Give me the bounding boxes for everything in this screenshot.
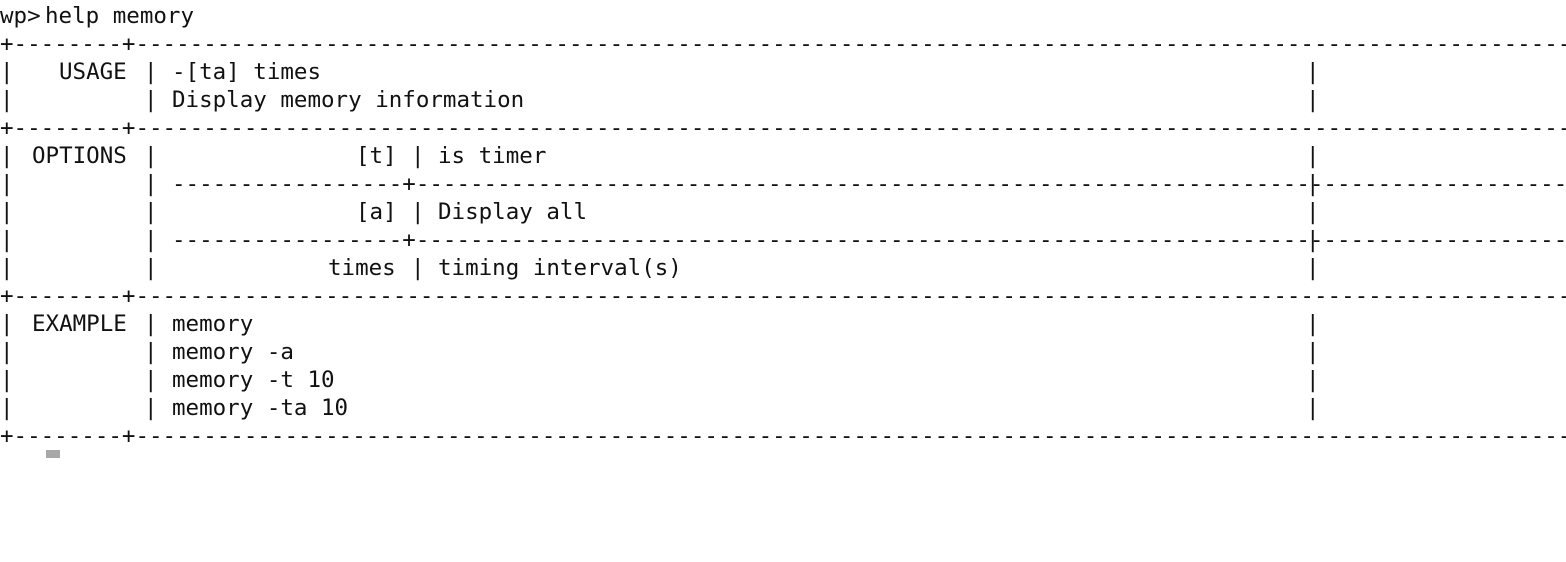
table-divider: | | -----------------+------------------… (0, 171, 1566, 197)
table-row: | USAGE | -[ta] times | (0, 59, 1320, 85)
table-row: | | [a] | Display all | (0, 199, 1320, 225)
example-command: memory -ta 10 (172, 395, 349, 421)
option-description: timing interval(s) (438, 255, 682, 281)
table-row: | | times | timing interval(s) | (0, 255, 1320, 281)
table-row: | EXAMPLE | memory | (0, 311, 1320, 337)
table-border: +--------+------------------------------… (0, 423, 1566, 449)
table-border: +--------+------------------------------… (0, 31, 1566, 57)
example-command: memory -t 10 (172, 367, 335, 393)
usage-description: Display memory information (172, 87, 525, 113)
table-row: | | memory -t 10 | (0, 367, 1320, 393)
option-flag: times (328, 255, 396, 281)
command-text: help memory (45, 3, 195, 29)
option-description: is timer (438, 143, 547, 169)
usage-syntax: -[ta] times (172, 59, 322, 85)
example-command: memory (172, 311, 254, 337)
options-label: OPTIONS (32, 143, 127, 169)
table-divider: | | -----------------+------------------… (0, 227, 1566, 253)
option-flag: [a] (356, 199, 397, 225)
table-row: | | Display memory information | (0, 87, 1320, 113)
terminal-window[interactable]: wp> help memory +--------+--------------… (0, 0, 1566, 458)
prompt: wp> (0, 3, 41, 29)
table-row: | | memory -a | (0, 339, 1320, 365)
prompt-line: wp> help memory (0, 2, 194, 30)
example-command: memory -a (172, 339, 294, 365)
table-row: | | memory -ta 10 | (0, 395, 1320, 421)
usage-label: USAGE (59, 59, 127, 85)
text-cursor (46, 450, 60, 458)
option-description: Display all (438, 199, 588, 225)
table-row: | OPTIONS | [t] | is timer | (0, 143, 1320, 169)
table-border: +--------+------------------------------… (0, 283, 1566, 309)
table-border: +--------+------------------------------… (0, 115, 1566, 141)
option-flag: [t] (356, 143, 397, 169)
example-label: EXAMPLE (32, 311, 127, 337)
